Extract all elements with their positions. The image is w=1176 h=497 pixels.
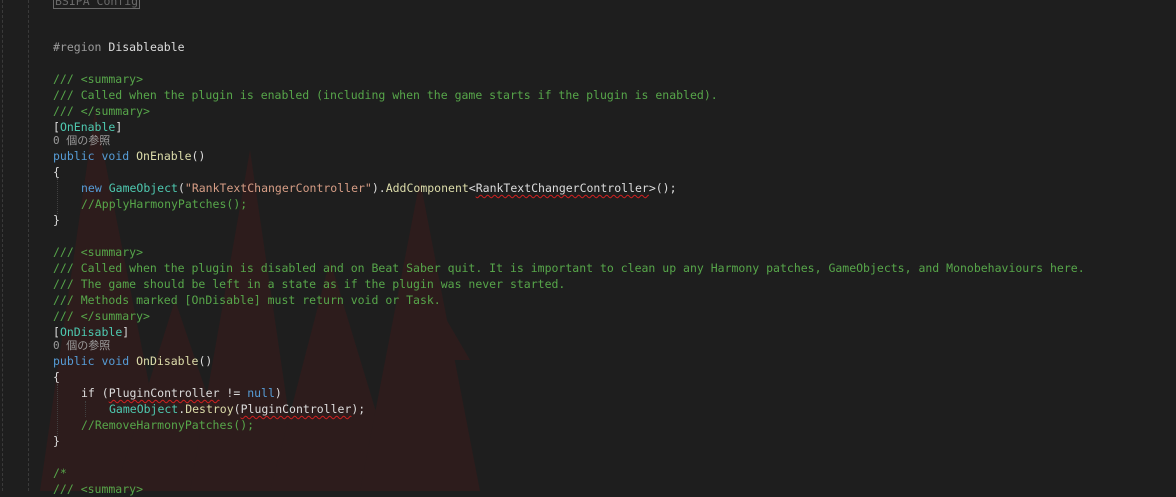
brace: { bbox=[53, 370, 60, 384]
keyword: public bbox=[53, 149, 95, 163]
comment-line: /// </summary> bbox=[53, 104, 150, 118]
region-name: Disableable bbox=[108, 40, 185, 54]
brace: { bbox=[53, 165, 60, 179]
punct: ( bbox=[177, 181, 185, 195]
code-line: new GameObject("RankTextChangerControlle… bbox=[81, 180, 677, 196]
punct: ). bbox=[371, 181, 386, 195]
comment-line: /// <summary> bbox=[53, 245, 144, 259]
string-literal: "RankTextChangerController" bbox=[184, 181, 372, 195]
error-squiggle-identifier[interactable]: PluginController bbox=[109, 386, 220, 400]
error-squiggle-identifier[interactable]: RankTextChangerController bbox=[476, 181, 649, 195]
punct: >(); bbox=[648, 181, 677, 195]
region-directive: #region bbox=[53, 40, 102, 54]
indent-guide bbox=[57, 178, 58, 214]
method-name: AddComponent bbox=[385, 181, 469, 195]
bracket: ] bbox=[122, 325, 130, 339]
attribute-name: OnEnable bbox=[59, 120, 116, 134]
keyword: null bbox=[247, 386, 275, 400]
keyword: void bbox=[101, 354, 130, 368]
comment-line: /* bbox=[53, 466, 67, 480]
comment-line: //ApplyHarmonyPatches(); bbox=[81, 197, 248, 211]
comment-line: /// Called when the plugin is disabled a… bbox=[53, 261, 1085, 275]
collapsed-region-label[interactable]: BSIPA Config bbox=[53, 0, 141, 9]
punct: ); bbox=[351, 402, 366, 416]
code-editor[interactable]: BSIPA Config #region Disableable /// <su… bbox=[0, 0, 1176, 496]
comment-line: /// The game should be left in a state a… bbox=[53, 277, 566, 291]
method-name: Destroy bbox=[185, 402, 234, 416]
keyword-if: if bbox=[81, 386, 95, 400]
keyword: public bbox=[53, 354, 95, 368]
attribute-name: OnDisable bbox=[59, 325, 123, 339]
code-line: BSIPA Config bbox=[53, 0, 141, 9]
type-name: GameObject bbox=[109, 402, 179, 416]
indent-guide bbox=[57, 384, 58, 436]
keyword: void bbox=[101, 149, 130, 163]
comment-line: /// Called when the plugin is enabled (i… bbox=[53, 88, 718, 102]
comment-line: /// <summary> bbox=[53, 72, 144, 86]
comment-line: /// Methods marked [OnDisable] must retu… bbox=[53, 293, 441, 307]
comment-line: /// <summary> bbox=[53, 482, 144, 496]
punct: ( bbox=[233, 402, 241, 416]
brace: } bbox=[53, 434, 60, 448]
code-line: GameObject.Destroy(PluginController); bbox=[109, 401, 365, 417]
keyword: new bbox=[81, 181, 102, 195]
bracket: [ bbox=[53, 325, 60, 339]
comment-line: /// </summary> bbox=[53, 309, 150, 323]
method-signature: public void OnDisable() bbox=[53, 353, 212, 369]
punct: < bbox=[468, 181, 476, 195]
operator: != bbox=[219, 386, 248, 400]
type-name: GameObject bbox=[108, 181, 178, 195]
bracket: ] bbox=[115, 120, 123, 134]
method-name: OnEnable bbox=[136, 149, 192, 163]
punct: ( bbox=[94, 386, 109, 400]
method-signature: public void OnEnable() bbox=[53, 148, 205, 164]
code-line: #region Disableable bbox=[53, 39, 185, 55]
codelens-references[interactable]: 0 個の参照 bbox=[53, 338, 110, 354]
comment-line: //RemoveHarmonyPatches(); bbox=[81, 418, 255, 432]
code-line: if (PluginController != null) bbox=[81, 385, 282, 401]
codelens-references[interactable]: 0 個の参照 bbox=[53, 133, 110, 149]
parens: () bbox=[191, 149, 206, 163]
method-name: OnDisable bbox=[136, 354, 199, 368]
indent-guide bbox=[85, 401, 86, 417]
error-squiggle-identifier[interactable]: PluginController bbox=[241, 402, 352, 416]
brace: } bbox=[53, 213, 60, 227]
punct: ) bbox=[274, 386, 282, 400]
bracket: [ bbox=[53, 120, 60, 134]
parens: () bbox=[198, 354, 213, 368]
